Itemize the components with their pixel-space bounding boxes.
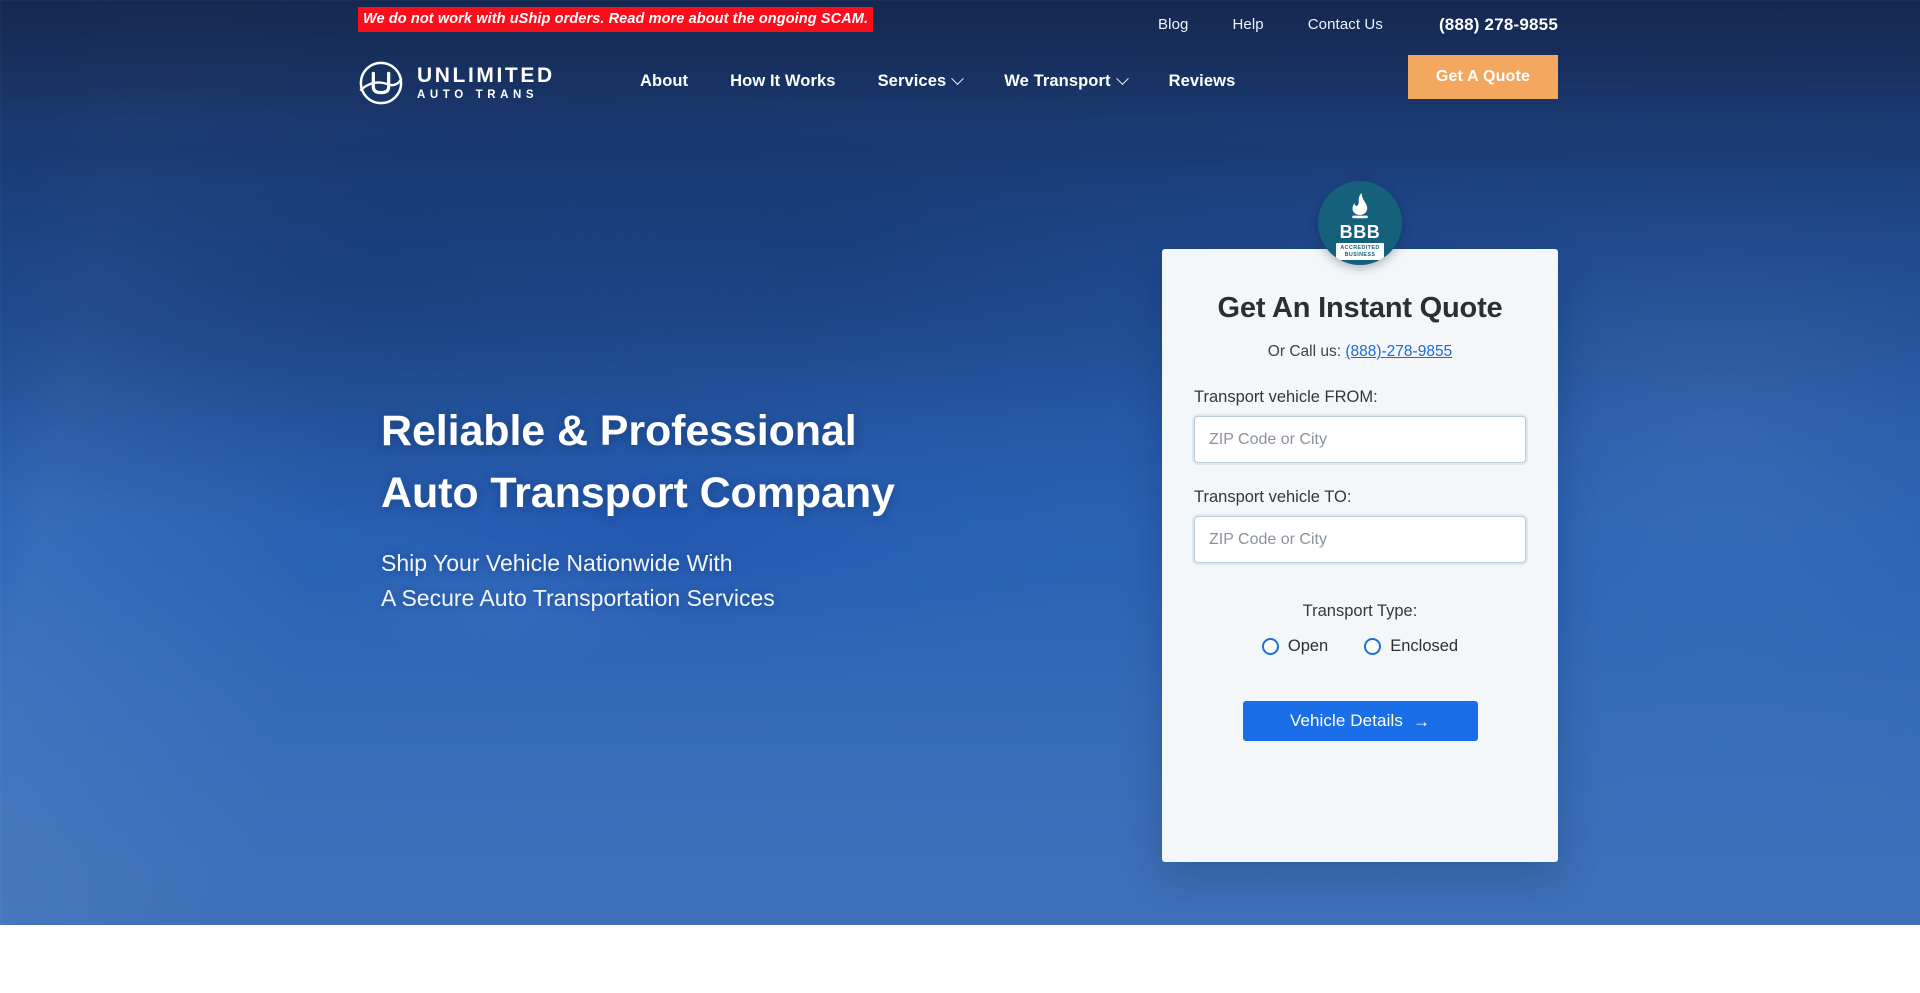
radio-unchecked-icon (1261, 637, 1279, 655)
vehicle-details-submit-button[interactable]: Vehicle Details → (1242, 701, 1478, 741)
nav-item-we-transport[interactable]: We Transport (1004, 64, 1129, 98)
arrow-right-icon: → (1412, 711, 1431, 731)
hero-headline: Reliable & Professional Auto Transport C… (381, 400, 1141, 524)
bbb-accredited-business-badge[interactable]: BBB ACCREDITED BUSINESS (1318, 181, 1402, 265)
transport-to-label: Transport vehicle TO: (1194, 488, 1352, 506)
unlimited-auto-trans-monogram-icon (359, 61, 403, 105)
nav-label-we-transport: We Transport (1004, 72, 1111, 90)
nav-label-how-it-works: How It Works (730, 72, 836, 90)
utility-link-blog[interactable]: Blog (1158, 15, 1188, 35)
transport-from-label: Transport vehicle FROM: (1194, 388, 1378, 406)
nav-label-about: About (640, 72, 689, 90)
hero-copy: Reliable & Professional Auto Transport C… (381, 400, 1141, 616)
hero-headline-line2: Auto Transport Company (381, 469, 895, 517)
transport-to-input[interactable] (1194, 516, 1526, 563)
call-us-phone-link[interactable]: (888)-278-9855 (1345, 343, 1452, 360)
quote-form-call-us: Or Call us: (888)-278-9855 (1194, 341, 1526, 363)
chevron-down-icon (1115, 71, 1129, 85)
utility-link-help[interactable]: Help (1232, 15, 1263, 35)
bbb-accredited-line1: ACCREDITED (1340, 244, 1380, 251)
transport-type-option-open[interactable]: Open (1261, 635, 1329, 657)
main-header: UNLIMITED AUTO TRANS About How It Works … (0, 48, 1920, 116)
instant-quote-form-card: BBB ACCREDITED BUSINESS Get An Instant Q… (1162, 181, 1558, 862)
hero-subheadline: Ship Your Vehicle Nationwide With A Secu… (381, 546, 1141, 616)
transport-type-option-enclosed[interactable]: Enclosed (1364, 635, 1458, 657)
below-fold-white-strip (0, 925, 1920, 993)
nav-label-reviews: Reviews (1168, 72, 1236, 90)
quote-form-title: Get An Instant Quote (1217, 292, 1503, 324)
transport-type-open-label: Open (1287, 637, 1329, 655)
hero-headline-line1: Reliable & Professional (381, 407, 857, 455)
primary-nav: About How It Works Services We Transport… (640, 64, 1235, 98)
transport-type-label: Transport Type: (1302, 602, 1418, 620)
logo-name-primary: UNLIMITED (417, 63, 555, 87)
transport-from-group: Transport vehicle FROM: (1194, 385, 1526, 463)
transport-to-group: Transport vehicle TO: (1194, 485, 1526, 563)
bbb-accredited-line2: BUSINESS (1344, 251, 1376, 258)
header-phone-number[interactable]: (888) 278-9855 (1439, 15, 1558, 35)
page-root: We do not work with uShip orders. Read m… (0, 0, 1920, 993)
hero-subheadline-line1: Ship Your Vehicle Nationwide With (381, 550, 733, 576)
vehicle-details-label: Vehicle Details (1289, 711, 1403, 730)
logo-name-secondary: AUTO TRANS (417, 88, 539, 101)
hero-subheadline-line2: A Secure Auto Transportation Services (381, 585, 775, 611)
nav-label-services: Services (877, 72, 947, 90)
site-logo[interactable]: UNLIMITED AUTO TRANS (358, 60, 555, 106)
nav-item-services[interactable]: Services (877, 64, 965, 98)
nav-item-how-it-works[interactable]: How It Works (730, 64, 835, 98)
nav-item-reviews[interactable]: Reviews (1169, 64, 1236, 98)
utility-link-contact-us[interactable]: Contact Us (1308, 15, 1383, 35)
transport-type-enclosed-label: Enclosed (1390, 637, 1459, 655)
call-us-prefix: Or Call us: (1267, 343, 1342, 360)
nav-item-about[interactable]: About (640, 64, 688, 98)
get-a-quote-button[interactable]: Get A Quote (1408, 55, 1558, 99)
bbb-letters: BBB (1339, 222, 1381, 243)
bbb-accredited-label: ACCREDITED BUSINESS (1336, 243, 1384, 260)
utility-nav: Blog Help Contact Us (888) 278-9855 (1040, 10, 1920, 40)
chevron-down-icon (951, 71, 965, 85)
bbb-torch-flame-icon (1352, 193, 1368, 219)
radio-unchecked-icon (1364, 637, 1382, 655)
logo-wordmark: UNLIMITED AUTO TRANS (417, 64, 555, 103)
announcement-scam-warning[interactable]: We do not work with uShip orders. Read m… (358, 7, 874, 32)
transport-from-input[interactable] (1194, 416, 1526, 463)
transport-type-options: Open Enclosed (1194, 635, 1526, 657)
